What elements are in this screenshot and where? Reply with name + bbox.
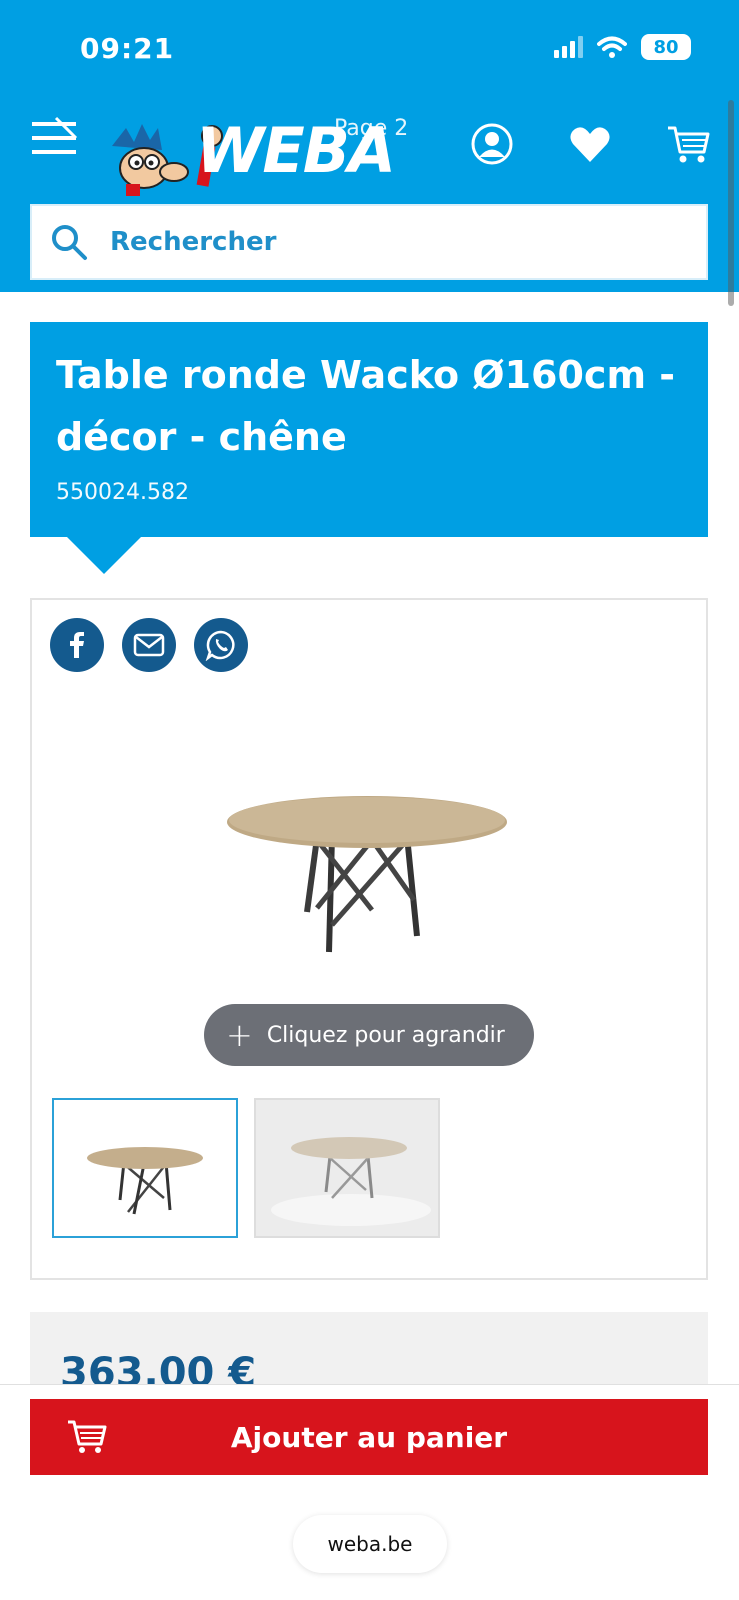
battery-indicator: 80 bbox=[641, 34, 691, 60]
battery-level: 80 bbox=[653, 36, 679, 58]
cart-icon bbox=[68, 1420, 107, 1453]
share-email-button[interactable] bbox=[122, 618, 176, 672]
zoom-button[interactable]: + Cliquez pour agrandir bbox=[204, 1004, 534, 1066]
search-icon bbox=[52, 225, 87, 260]
product-title: Table ronde Wacko Ø160cm - décor - chêne bbox=[56, 353, 676, 459]
add-to-cart-label: Ajouter au panier bbox=[230, 1420, 508, 1454]
status-icons: 80 bbox=[554, 34, 691, 60]
sticky-cart-bar: Ajouter au panier weba.be bbox=[0, 1384, 739, 1600]
thumbnail-2[interactable] bbox=[254, 1098, 440, 1238]
menu-icon[interactable] bbox=[30, 116, 78, 160]
plus-icon: + bbox=[226, 1016, 253, 1054]
thumbnail-1[interactable] bbox=[52, 1098, 238, 1238]
status-time: 09:21 bbox=[80, 32, 175, 65]
cart-icon[interactable] bbox=[666, 122, 710, 166]
product-gallery: + Cliquez pour agrandir bbox=[30, 598, 708, 1280]
search-placeholder: Rechercher bbox=[110, 227, 277, 257]
price-panel: 363,00 € bbox=[30, 1312, 708, 1386]
product-price: 363,00 € bbox=[60, 1350, 257, 1386]
thumbnail-image bbox=[87, 1147, 203, 1215]
browser-url: weba.be bbox=[327, 1532, 413, 1556]
browser-url-bar[interactable]: weba.be bbox=[293, 1515, 447, 1573]
add-to-cart-button[interactable]: Ajouter au panier bbox=[30, 1399, 708, 1475]
account-icon[interactable] bbox=[470, 122, 514, 166]
product-sku: 550024.582 bbox=[56, 480, 189, 505]
share-facebook-button[interactable] bbox=[50, 618, 104, 672]
zoom-label: Cliquez pour agrandir bbox=[266, 1022, 505, 1048]
share-whatsapp-button[interactable] bbox=[194, 618, 248, 672]
search-input[interactable]: Rechercher bbox=[30, 204, 708, 280]
cellular-signal-icon bbox=[554, 36, 583, 58]
product-title-block: Table ronde Wacko Ø160cm - décor - chêne… bbox=[30, 322, 708, 537]
wifi-icon bbox=[597, 36, 627, 58]
site-header: WEBA Page 2 Rechercher bbox=[0, 96, 739, 292]
thumbnail-image bbox=[256, 1100, 438, 1236]
whatsapp-icon bbox=[205, 630, 235, 661]
facebook-icon bbox=[70, 632, 84, 658]
mail-icon bbox=[133, 633, 165, 657]
scrollbar[interactable] bbox=[728, 100, 734, 306]
status-bar: 09:21 80 bbox=[0, 0, 739, 96]
heart-icon[interactable] bbox=[568, 122, 612, 166]
tab-hint: Page 2 bbox=[334, 116, 409, 141]
product-main-image[interactable] bbox=[222, 790, 512, 970]
title-pointer bbox=[66, 536, 142, 574]
